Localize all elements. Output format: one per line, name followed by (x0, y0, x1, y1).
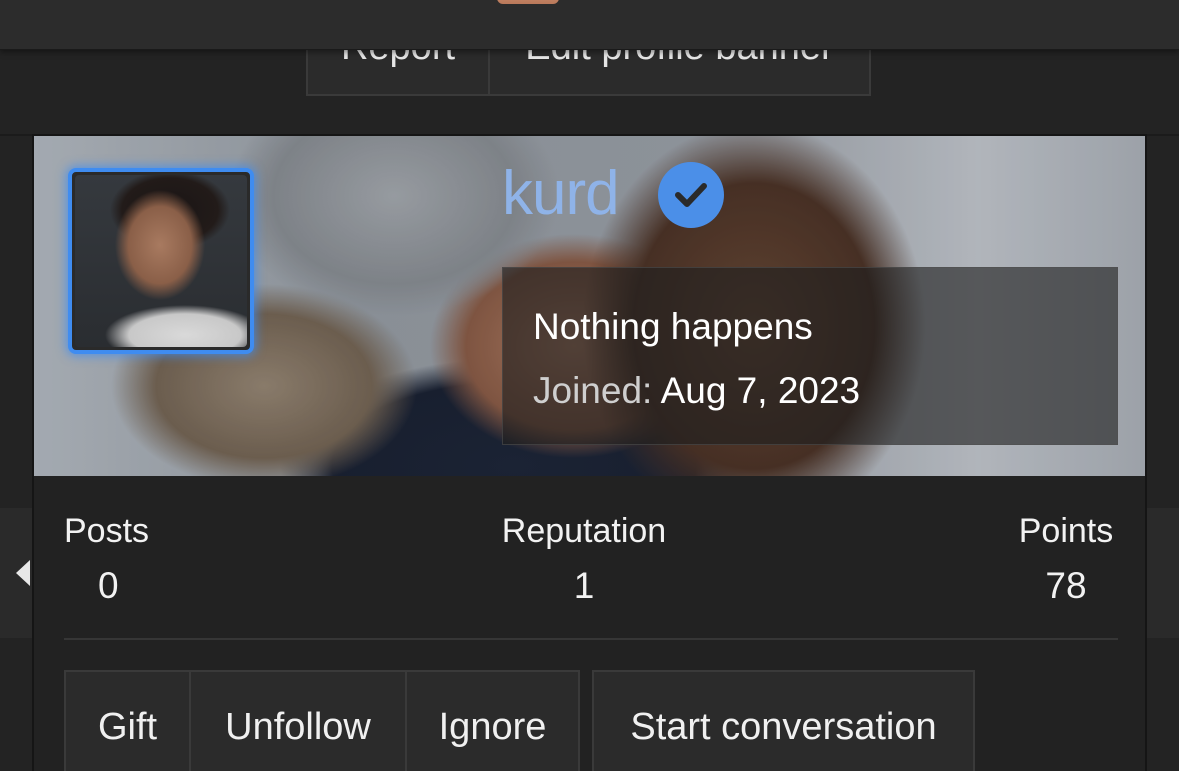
action-button-group: Gift Unfollow Ignore (64, 670, 580, 771)
divider (64, 638, 1118, 640)
avatar-photo (75, 175, 247, 347)
gift-button[interactable]: Gift (64, 670, 191, 771)
stat-value: 0 (98, 565, 119, 606)
start-conversation-button[interactable]: Start conversation (592, 670, 975, 771)
chevron-left-icon[interactable] (16, 560, 30, 586)
stat-value: 78 (1045, 565, 1087, 606)
joined-value: Aug 7, 2023 (660, 370, 861, 411)
profile-actions: Gift Unfollow Ignore Start conversation (64, 670, 975, 771)
unfollow-button[interactable]: Unfollow (189, 670, 407, 771)
avatar[interactable] (68, 168, 254, 354)
ignore-button[interactable]: Ignore (405, 670, 580, 771)
header-avatar[interactable] (497, 0, 559, 4)
stat-label: Posts (64, 512, 150, 550)
joined-label: Joined: (533, 370, 653, 411)
carousel-right-strip (1147, 508, 1179, 638)
stat-value: 1 (573, 565, 595, 606)
profile-page: Report Edit profile banner kurd Nothing … (0, 0, 1179, 771)
app-header (0, 0, 1179, 50)
profile-banner: kurd Nothing happens Joined: Aug 7, 2023 (34, 136, 1145, 476)
check-circle-icon (658, 162, 724, 228)
profile-stats: Posts 0 Reputation 1 Points 78 (34, 476, 1145, 636)
stat-label: Reputation (501, 512, 667, 550)
username[interactable]: kurd (502, 158, 620, 230)
joined-date: Joined: Aug 7, 2023 (533, 370, 860, 412)
profile-card: kurd Nothing happens Joined: Aug 7, 2023… (32, 134, 1147, 771)
stat-reputation[interactable]: Reputation 1 (496, 512, 672, 607)
stat-posts[interactable]: Posts 0 (64, 512, 149, 607)
custom-title: Nothing happens (533, 306, 813, 347)
profile-info-box: Nothing happens Joined: Aug 7, 2023 (502, 267, 1118, 445)
stat-points[interactable]: Points 78 (1014, 512, 1118, 607)
stat-label: Points (1018, 512, 1114, 550)
